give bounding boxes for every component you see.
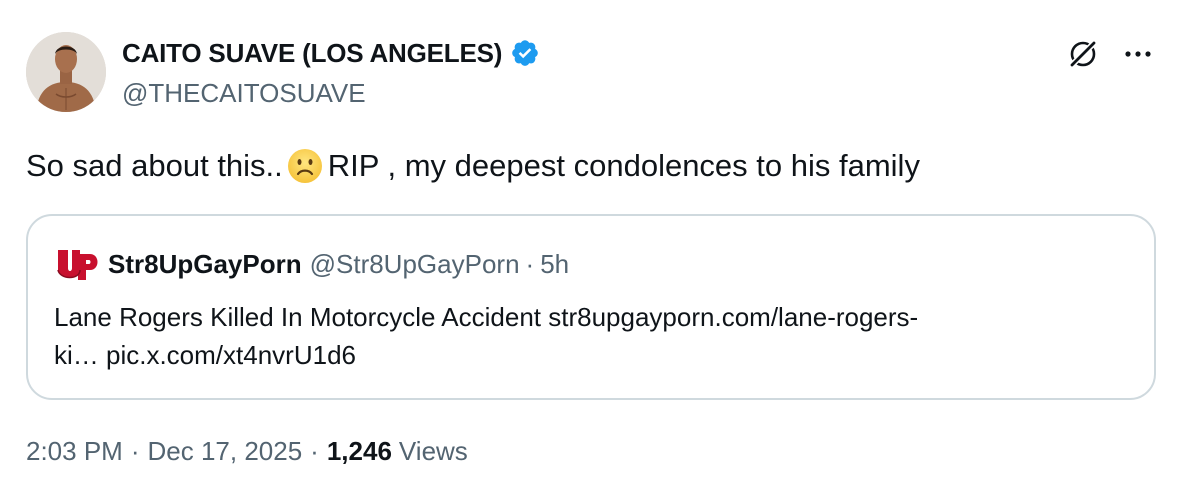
author-handle[interactable]: @THECAITOSUAVE [122, 78, 366, 109]
quoted-author-name[interactable]: Str8UpGayPorn [108, 249, 302, 280]
views-label[interactable]: Views [399, 436, 468, 467]
str8upgayporn-logo-icon[interactable] [54, 244, 100, 284]
views-count[interactable]: 1,246 [327, 436, 392, 467]
grok-button[interactable] [1063, 34, 1103, 74]
meta-separator-1: · [130, 436, 140, 466]
quoted-separator: · [525, 248, 535, 279]
avatar-photo-icon [26, 32, 106, 112]
tweet-date[interactable]: Dec 17, 2025 [148, 436, 303, 467]
author-display-name[interactable]: CAITO SUAVE (LOS ANGELES) [122, 38, 502, 69]
tweet: CAITO SUAVE (LOS ANGELES) @THECAITOSUAVE… [0, 0, 1186, 504]
avatar[interactable] [26, 32, 106, 112]
author-name-row: CAITO SUAVE (LOS ANGELES) [122, 36, 540, 70]
quoted-tweet[interactable]: Str8UpGayPorn @Str8UpGayPorn · 5h Lane R… [26, 214, 1156, 400]
quoted-text-line-2[interactable]: ki… pic.x.com/xt4nvrU1d6 [54, 336, 1134, 374]
tweet-text: So sad about this.. RIP , my deepest con… [26, 144, 920, 188]
more-options-button[interactable] [1118, 34, 1158, 74]
tweet-meta: 2:03 PM · Dec 17, 2025 · 1,246 Views [26, 436, 468, 467]
quoted-author-handle[interactable]: @Str8UpGayPorn [310, 249, 520, 280]
more-icon [1125, 51, 1151, 57]
tweet-text-before: So sad about this.. [26, 148, 283, 183]
slightly-frowning-face-icon [286, 147, 324, 185]
quoted-tweet-body: Lane Rogers Killed In Motorcycle Acciden… [54, 298, 1134, 374]
tweet-time[interactable]: 2:03 PM [26, 436, 123, 467]
verified-badge-icon[interactable] [510, 38, 540, 68]
quoted-tweet-header: Str8UpGayPorn @Str8UpGayPorn · 5h [54, 244, 569, 284]
tweet-text-after: RIP , my deepest condolences to his fami… [327, 148, 920, 183]
quoted-timestamp[interactable]: 5h [540, 249, 569, 280]
grok-icon [1068, 39, 1098, 69]
quoted-text-line-1[interactable]: Lane Rogers Killed In Motorcycle Acciden… [54, 298, 1134, 336]
meta-separator-2: · [310, 436, 319, 466]
